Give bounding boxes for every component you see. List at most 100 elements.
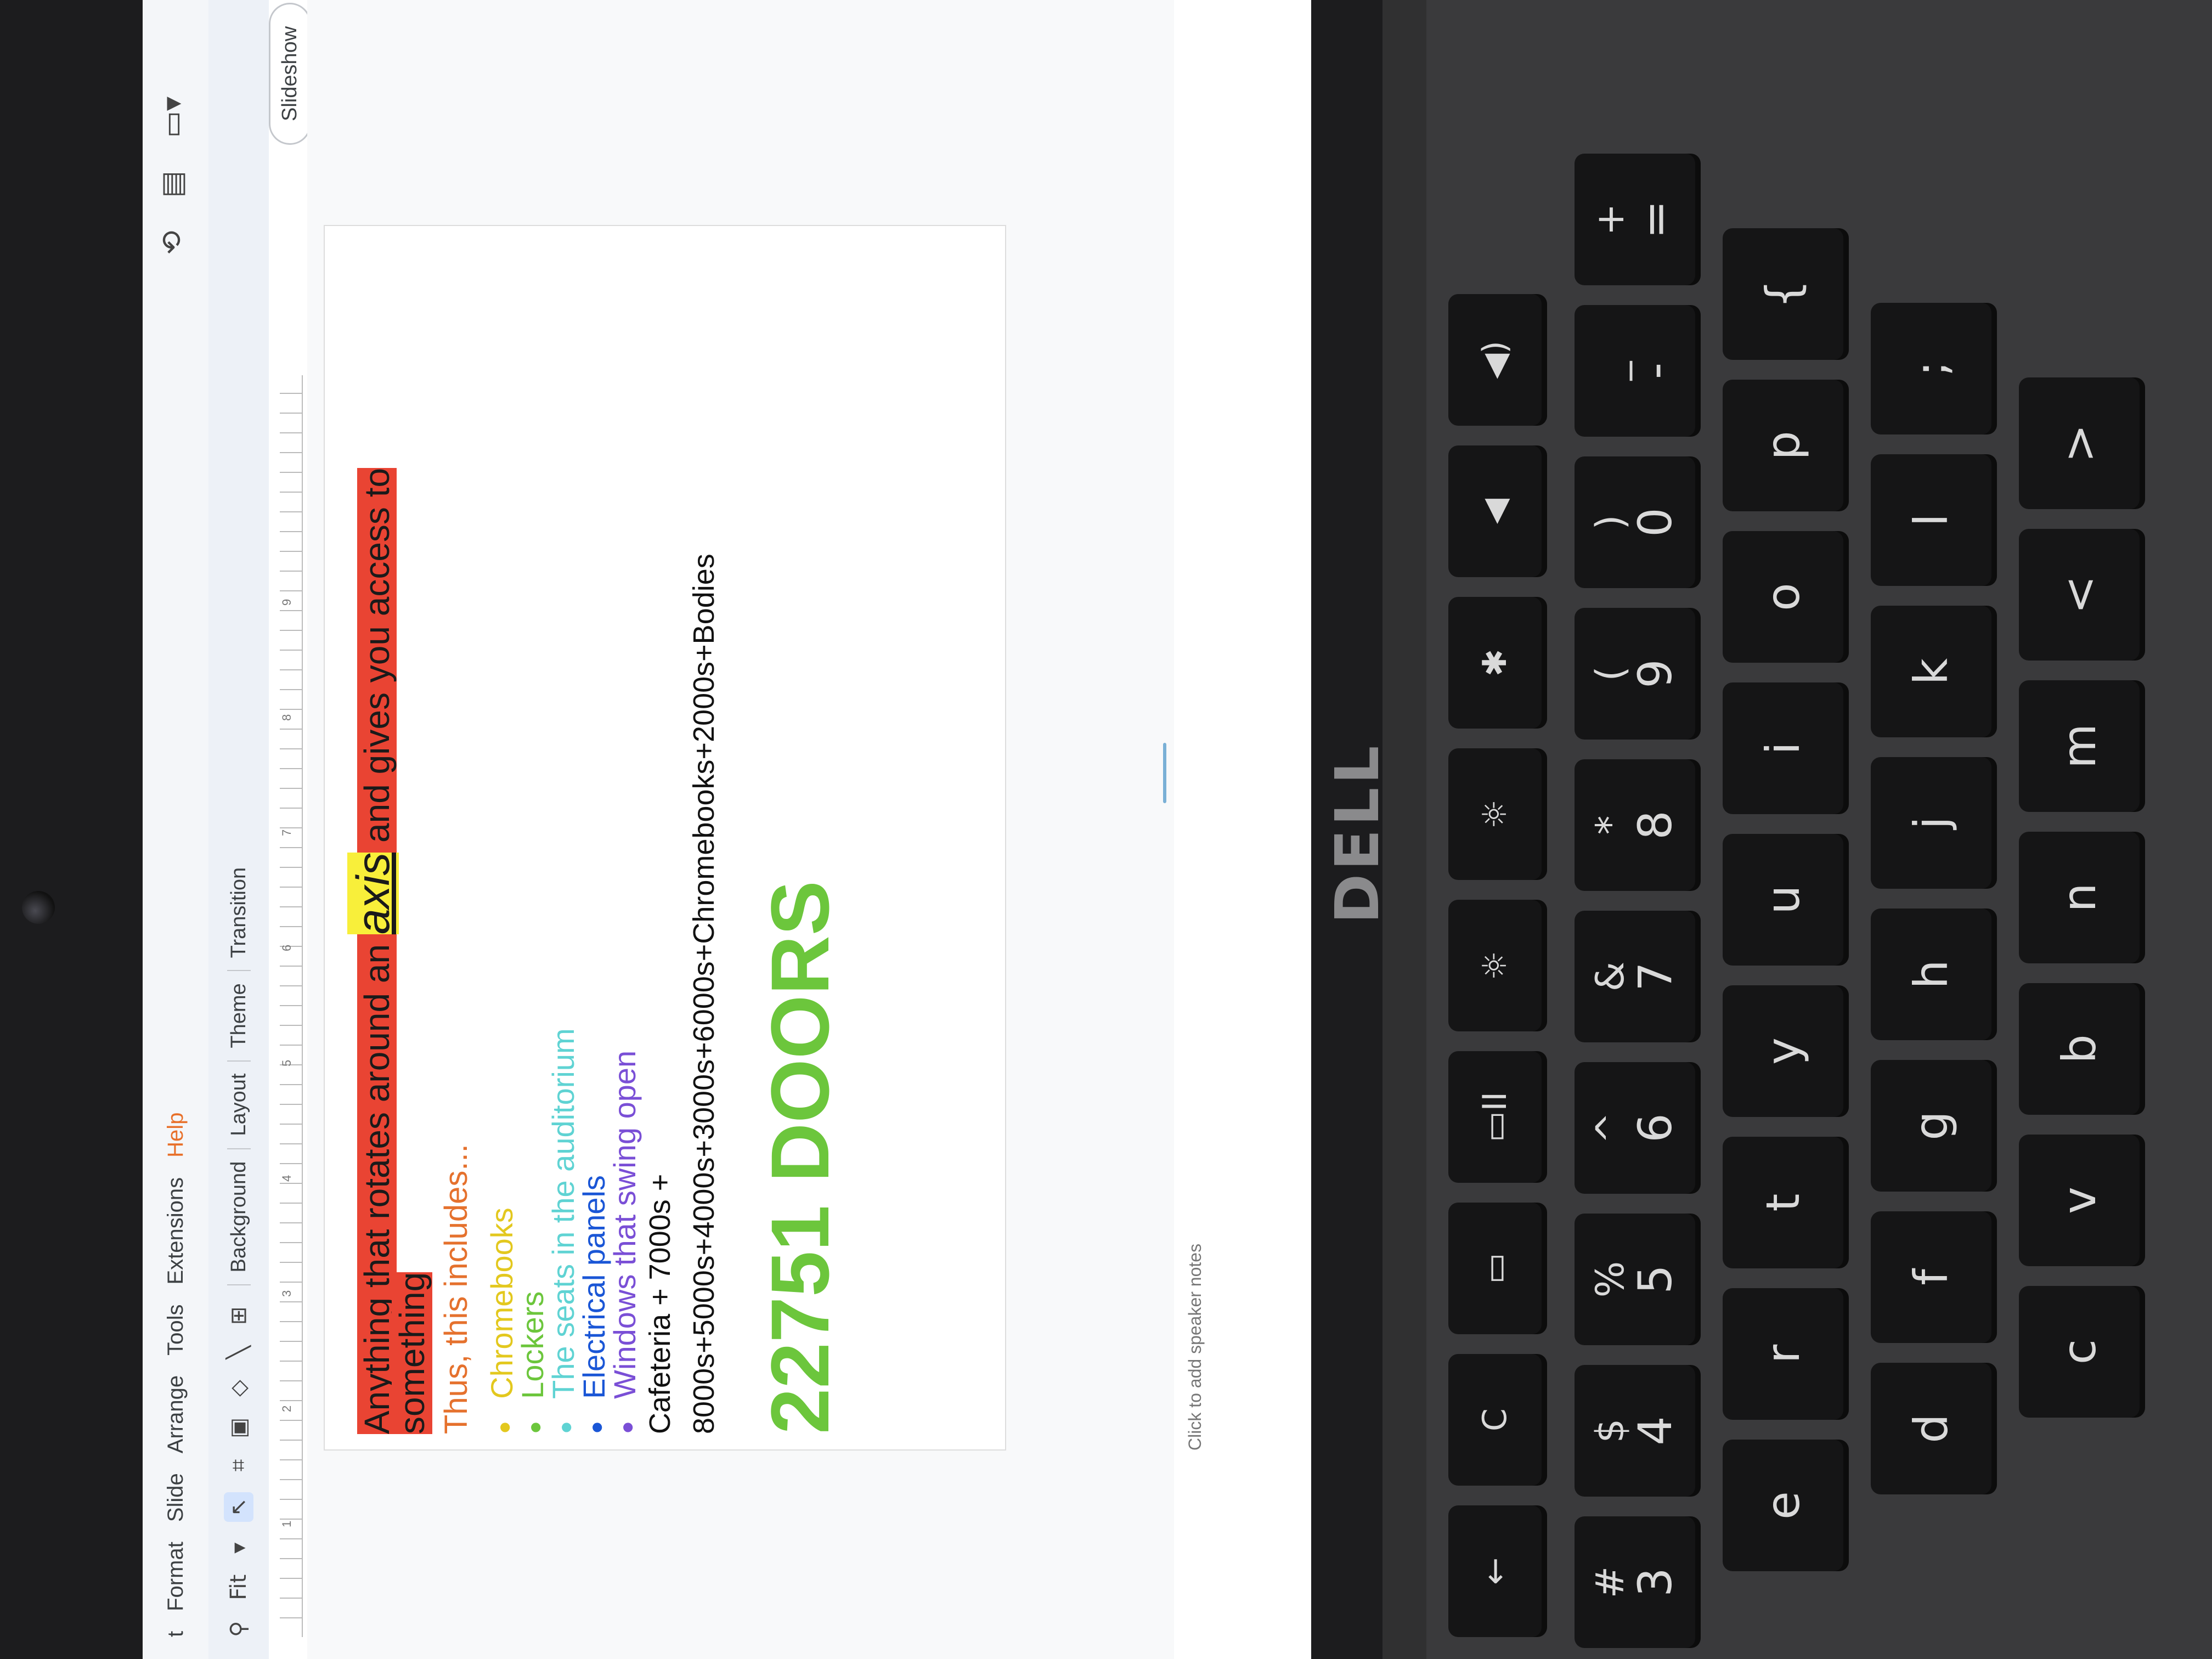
key-j[interactable]: j [1871,757,1991,889]
slide-doors-total[interactable]: 22751 DOORS [753,881,848,1434]
key-e[interactable]: e [1723,1440,1843,1571]
slide-cafeteria-line[interactable]: Cafeteria + 7000s + [643,1174,677,1434]
tab-theme[interactable]: Theme [227,971,251,1062]
menu-insert[interactable]: t [163,1631,188,1637]
key-0[interactable]: ) 0 [1575,456,1695,588]
key-c[interactable]: c [2019,1286,2140,1418]
image-icon[interactable]: ▣ [226,1418,251,1438]
key-9[interactable]: (9 [1575,608,1695,740]
slide-sum-line[interactable]: 8000s+5000s+4000s+3000s+6000s+Chromebook… [687,554,721,1434]
key-refresh[interactable]: C [1448,1354,1542,1486]
key-f[interactable]: f [1871,1211,1991,1343]
tab-background[interactable]: Background [227,1149,251,1286]
key-shift-char: ) [1588,515,1633,530]
key-char: 7 [1628,962,1682,991]
comment-add-icon[interactable]: ⊞ [226,1307,251,1325]
key-u[interactable]: u [1723,834,1843,966]
shape-icon[interactable]: ◇ [226,1380,251,1397]
speaker-notes-placeholder[interactable]: Click to add speaker notes [1185,1244,1205,1451]
key-p[interactable]: p [1723,380,1843,511]
photo-scene: t Format Slide Arrange Tools Extensions … [0,0,2212,1659]
key-left-bracket[interactable]: { [1723,228,1843,360]
bullet-dot: ● [584,1420,608,1434]
key-semicolon[interactable]: ; [1871,303,1991,435]
tab-layout[interactable]: Layout [227,1061,251,1149]
key-4[interactable]: $4 [1575,1365,1695,1497]
key-m[interactable]: m [2019,680,2140,812]
bullet-dot: ● [614,1420,639,1434]
key-char: 3 [1628,1567,1682,1597]
camera-icon[interactable]: ▭▾ [156,97,189,138]
key-char: = [1628,200,1682,239]
key-h[interactable]: h [1871,909,1991,1040]
zoom-fit[interactable]: Fit [226,1575,251,1600]
key-overview[interactable]: ▭II [1448,1051,1542,1183]
key-r[interactable]: r [1723,1288,1843,1420]
key-n[interactable]: n [2019,832,2140,963]
key-brightness-up[interactable]: ☼ [1448,748,1542,880]
chevron-down-icon[interactable]: ▾ [226,1543,251,1554]
line-icon[interactable]: ╲ [226,1346,251,1359]
key-g[interactable]: g [1871,1060,1991,1192]
dell-logo: DELL [1322,742,1392,924]
comment-icon[interactable]: ▤ [156,171,189,198]
key-equals[interactable]: + = [1575,154,1695,285]
key-volume-up[interactable]: ◀) [1448,294,1542,426]
ruler-number: 3 [280,1290,294,1297]
key-v[interactable]: v [2019,1135,2140,1266]
key-fullscreen[interactable]: ▭ [1448,1203,1542,1334]
key-8[interactable]: * 8 [1575,759,1695,891]
key-shift-char: ( [1588,666,1633,681]
slide-subheading[interactable]: Thus, this includes... [438,1144,475,1434]
key-o[interactable]: o [1723,531,1843,663]
slideshow-button[interactable]: Slideshow [269,2,311,145]
key-period[interactable]: > [2019,377,2140,509]
slide[interactable]: Anything that rotates around an axis and… [324,225,1006,1451]
menu-format[interactable]: Format [163,1542,188,1611]
key-6[interactable]: ^ 6 [1575,1062,1695,1194]
text-box-icon[interactable]: ⌗ [226,1459,251,1472]
key-i[interactable]: i [1723,682,1843,814]
menu-tools[interactable]: Tools [163,1305,188,1356]
menu-slide[interactable]: Slide [163,1473,188,1522]
key-d[interactable]: d [1871,1363,1991,1494]
notes-resize-handle[interactable] [1163,743,1166,803]
select-icon[interactable]: ↖ [224,1492,253,1522]
key-y[interactable]: y [1723,985,1843,1117]
key-k[interactable]: k [1871,606,1991,737]
bullet-text: Lockers [515,1291,550,1399]
key-minus[interactable]: _ - [1575,305,1695,437]
key-t[interactable]: t [1723,1137,1843,1268]
key-row-numbers: #3 $4 % 5 ^ 6 & 7 * 8 (9 ) 0 _ - + = [1575,134,1695,1648]
key-5[interactable]: % 5 [1575,1214,1695,1345]
key-3[interactable]: #3 [1575,1516,1695,1648]
key-char: - [1628,362,1682,380]
menu-extensions[interactable]: Extensions [163,1177,188,1285]
zoom-icon[interactable]: ⚲ [226,1621,251,1637]
title-text-axis: axis [347,852,399,935]
tab-transition[interactable]: Transition [227,855,251,972]
key-shift-char: _ [1588,361,1633,381]
bullet-text: The seats in the auditorium [546,1028,580,1399]
key-brightness-down[interactable]: ☼ [1448,900,1542,1031]
key-shift-char: & [1588,961,1633,992]
menu-arrange[interactable]: Arrange [163,1375,188,1453]
key-char: 6 [1628,1113,1682,1143]
history-icon[interactable]: ⟲ [156,230,189,255]
bullet-item[interactable]: ● Windows that swing open [607,1051,642,1434]
ruler-number: 2 [280,1405,294,1412]
key-l[interactable]: l [1871,454,1991,586]
key-b[interactable]: b [2019,983,2140,1115]
bullet-text: Chromebooks [484,1207,519,1399]
key-back[interactable]: ← [1448,1505,1542,1637]
key-shift-char: + [1588,203,1633,236]
key-mute[interactable]: ✱ [1448,597,1542,729]
key-7[interactable]: & 7 [1575,911,1695,1042]
title-text-post: and gives you access to [357,467,397,853]
key-shift-char: ^ [1588,1111,1633,1144]
key-comma[interactable]: < [2019,529,2140,661]
slide-title-line-2[interactable]: something [392,1272,432,1434]
key-volume-down[interactable]: ◀ [1448,445,1542,577]
menu-help[interactable]: Help [163,1113,188,1158]
horizontal-ruler: 1 2 3 4 5 6 7 8 9 [280,375,303,1637]
